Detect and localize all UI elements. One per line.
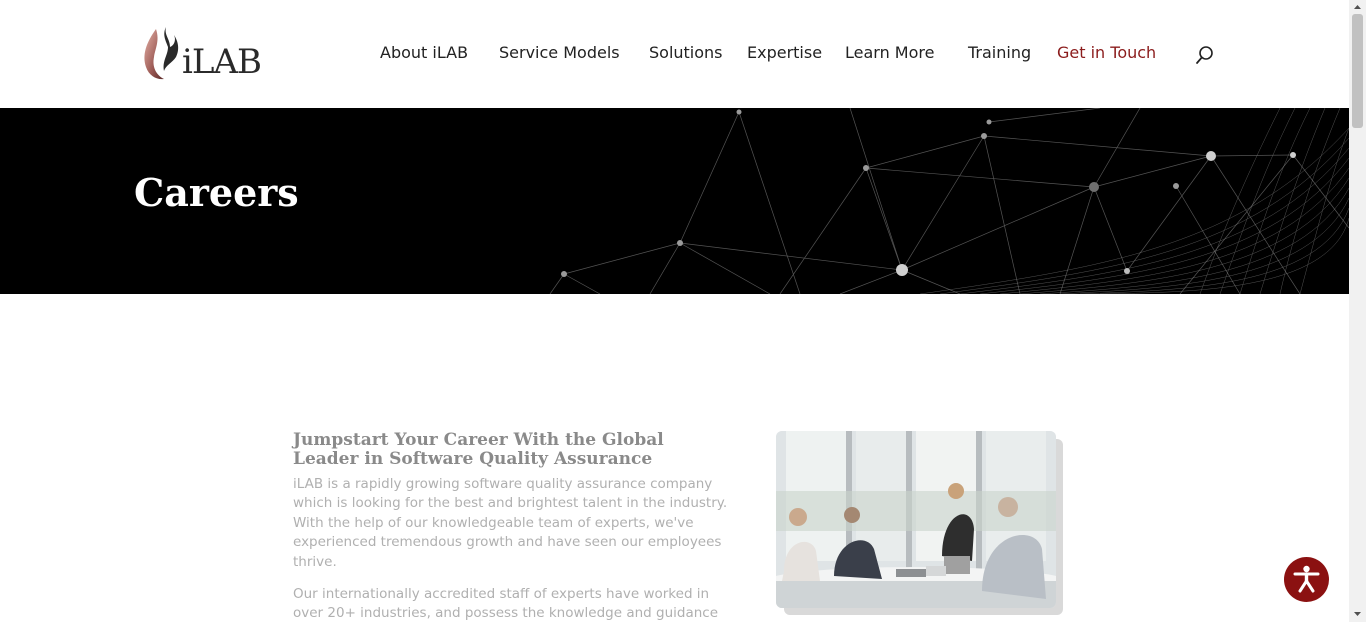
ilab-logo[interactable]: iLAB (142, 25, 282, 85)
site-header: iLAB About iLAB Service Models Solutions… (0, 0, 1349, 108)
nav-training[interactable]: Training (968, 43, 1031, 62)
scroll-up-arrow-icon[interactable] (1349, 0, 1366, 14)
accessibility-icon (1293, 565, 1320, 593)
nav-get-in-touch[interactable]: Get in Touch (1057, 43, 1156, 62)
nav-solutions[interactable]: Solutions (649, 43, 723, 62)
scrollbar-thumb[interactable] (1352, 14, 1363, 128)
nav-expertise[interactable]: Expertise (747, 43, 822, 62)
meeting-illustration (776, 431, 1056, 608)
careers-intro-paragraph: iLAB is a rapidly growing software quali… (293, 476, 728, 570)
accessibility-button[interactable] (1284, 557, 1329, 602)
page-title: Careers (134, 170, 299, 215)
careers-heading: Jumpstart Your Career With the Global Le… (293, 430, 664, 469)
nav-about-ilab[interactable]: About iLAB (380, 43, 468, 62)
search-icon[interactable] (1195, 45, 1215, 65)
careers-experts-paragraph: Our internationally accredited staff of … (293, 586, 719, 622)
flame-logo-icon (144, 27, 179, 80)
nav-learn-more[interactable]: Learn More (845, 43, 934, 62)
hero-banner: Careers (0, 108, 1349, 294)
team-meeting-photo (776, 431, 1056, 608)
logo-text: iLAB (182, 42, 262, 82)
page-scrollbar[interactable] (1349, 0, 1366, 622)
scroll-down-arrow-icon[interactable] (1349, 606, 1366, 622)
network-graphic (549, 108, 1349, 294)
team-photo-card (776, 431, 1063, 615)
nav-service-models[interactable]: Service Models (499, 43, 620, 62)
